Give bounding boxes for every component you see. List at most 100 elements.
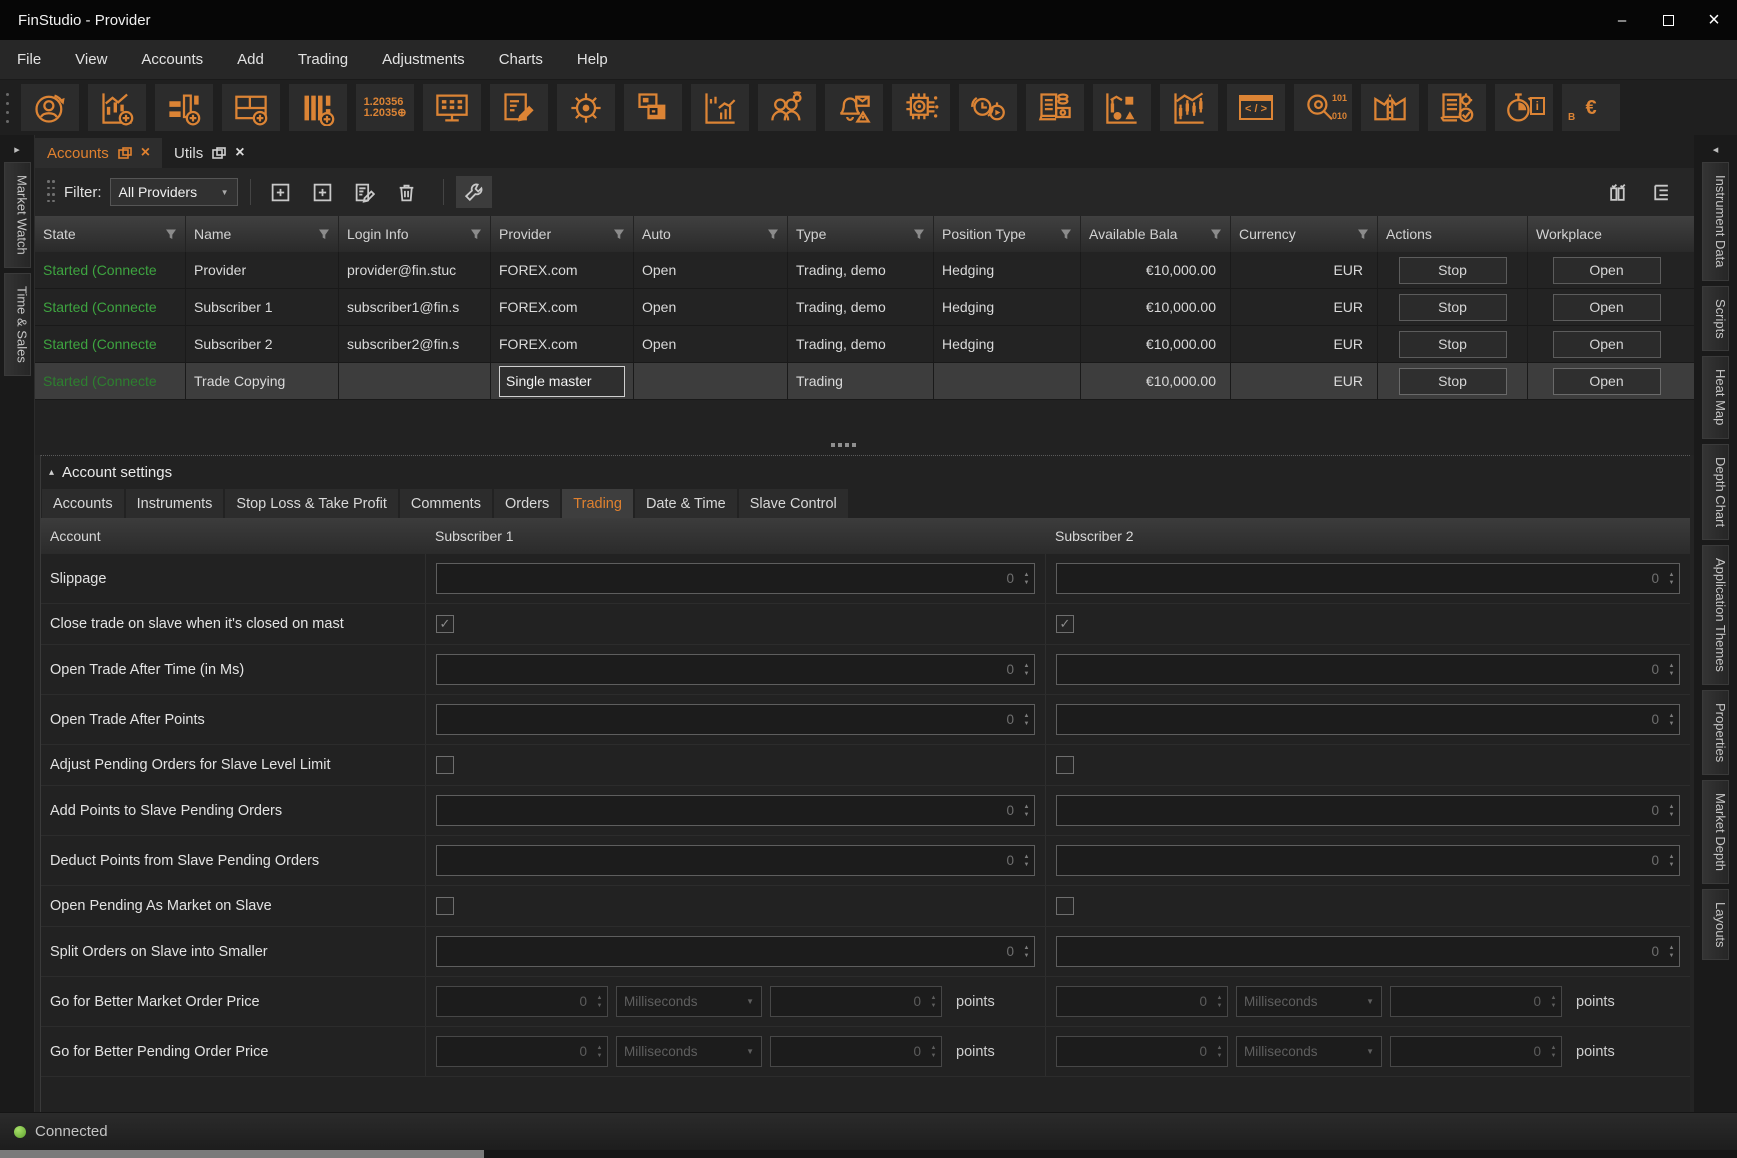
column-header-login-info[interactable]: Login Info — [339, 216, 491, 252]
menu-file[interactable]: File — [0, 40, 58, 80]
spin-up-icon[interactable]: ▲ — [1669, 804, 1675, 810]
column-header-provider[interactable]: Provider — [491, 216, 634, 252]
menu-add[interactable]: Add — [220, 40, 281, 80]
search-binary-icon[interactable]: 101010 — [1294, 84, 1352, 131]
column-header-auto[interactable]: Auto — [634, 216, 788, 252]
spin-down-icon[interactable]: ▼ — [597, 1053, 603, 1059]
column-header-type[interactable]: Type — [788, 216, 934, 252]
better-pending-points-input-sub1[interactable]: 0▲▼ — [770, 1036, 942, 1067]
horizontal-scrollbar[interactable] — [0, 1150, 1737, 1158]
sidebar-tab-depth-chart[interactable]: Depth Chart — [1702, 444, 1729, 540]
cascade-windows-icon[interactable] — [624, 84, 682, 131]
spin-up-icon[interactable]: ▲ — [597, 995, 603, 1001]
spin-up-icon[interactable]: ▲ — [597, 1045, 603, 1051]
provider-edit-cell[interactable]: Single master — [499, 366, 625, 397]
better-market-unit-dropdown-sub2[interactable]: Milliseconds▼ — [1236, 986, 1382, 1017]
chart-shapes-icon[interactable] — [1093, 84, 1151, 131]
spin-up-icon[interactable]: ▲ — [1024, 854, 1030, 860]
adjust-pending-checkbox-sub1[interactable] — [436, 756, 454, 774]
stopwatch-info-icon[interactable]: i — [1495, 84, 1553, 131]
bar-chart-growth-icon[interactable] — [691, 84, 749, 131]
spin-up-icon[interactable]: ▲ — [1024, 572, 1030, 578]
spin-up-icon[interactable]: ▲ — [1669, 713, 1675, 719]
filter-icon[interactable] — [1357, 228, 1369, 240]
stop-button[interactable]: Stop — [1399, 331, 1507, 358]
currency-convert-icon[interactable]: €B — [1562, 84, 1620, 131]
spin-down-icon[interactable]: ▼ — [597, 1003, 603, 1009]
spin-up-icon[interactable]: ▲ — [931, 1045, 937, 1051]
spin-down-icon[interactable]: ▼ — [1669, 953, 1675, 959]
account-settings-header[interactable]: ▴ Account settings — [41, 456, 1690, 489]
settings-wrench-button[interactable] — [456, 176, 492, 208]
close-button[interactable]: × — [1691, 0, 1737, 40]
menu-help[interactable]: Help — [560, 40, 625, 80]
spin-up-icon[interactable]: ▲ — [1024, 663, 1030, 669]
column-header-available-balance[interactable]: Available Bala — [1081, 216, 1231, 252]
maximize-button[interactable] — [1645, 0, 1691, 40]
tab-stop-loss-take-profit[interactable]: Stop Loss & Take Profit — [225, 489, 397, 518]
column-header-actions[interactable]: Actions — [1378, 216, 1528, 252]
table-row-provider[interactable]: Started (Connecte Provider provider@fin.… — [35, 252, 1694, 289]
slippage-input-sub1[interactable]: 0▲▼ — [436, 563, 1035, 594]
filter-icon[interactable] — [913, 228, 925, 240]
people-connection-icon[interactable] — [758, 84, 816, 131]
spin-down-icon[interactable]: ▼ — [1669, 862, 1675, 868]
edit-button[interactable] — [347, 176, 383, 208]
open-workplace-button[interactable]: Open — [1553, 331, 1661, 358]
spin-down-icon[interactable]: ▼ — [1217, 1053, 1223, 1059]
spin-down-icon[interactable]: ▼ — [931, 1053, 937, 1059]
open-trade-after-time-input-sub2[interactable]: 0▲▼ — [1056, 654, 1680, 685]
spin-down-icon[interactable]: ▼ — [1551, 1003, 1557, 1009]
better-pending-unit-dropdown-sub1[interactable]: Milliseconds▼ — [616, 1036, 762, 1067]
close-trade-checkbox-sub1[interactable]: ✓ — [436, 615, 454, 633]
sidebar-tab-scripts[interactable]: Scripts — [1702, 286, 1729, 352]
better-market-points-input-sub2[interactable]: 0▲▼ — [1390, 986, 1562, 1017]
split-orders-input-sub2[interactable]: 0▲▼ — [1056, 936, 1680, 967]
spin-down-icon[interactable]: ▼ — [1024, 812, 1030, 818]
filter-icon[interactable] — [767, 228, 779, 240]
collapse-icon[interactable]: ▴ — [49, 467, 54, 478]
better-market-unit-dropdown-sub1[interactable]: Milliseconds▼ — [616, 986, 762, 1017]
spin-down-icon[interactable]: ▼ — [1669, 812, 1675, 818]
spin-up-icon[interactable]: ▲ — [931, 995, 937, 1001]
menu-view[interactable]: View — [58, 40, 124, 80]
spin-down-icon[interactable]: ▼ — [1669, 580, 1675, 586]
panel-splitter[interactable] — [35, 400, 1694, 455]
spin-down-icon[interactable]: ▼ — [1669, 721, 1675, 727]
tab-slave-control[interactable]: Slave Control — [739, 489, 848, 518]
minimize-button[interactable]: – — [1599, 0, 1645, 40]
layout-add-icon[interactable] — [222, 84, 280, 131]
right-strip-expand-icon[interactable]: ◂ — [1713, 143, 1719, 156]
split-chart-icon[interactable] — [1361, 84, 1419, 131]
table-row-subscriber-2[interactable]: Started (Connecte Subscriber 2 subscribe… — [35, 326, 1694, 363]
gear-icon[interactable] — [557, 84, 615, 131]
note-edit-icon[interactable] — [490, 84, 548, 131]
spin-up-icon[interactable]: ▲ — [1669, 945, 1675, 951]
spin-up-icon[interactable]: ▲ — [1024, 713, 1030, 719]
column-header-currency[interactable]: Currency — [1231, 216, 1378, 252]
open-trade-after-time-input-sub1[interactable]: 0▲▼ — [436, 654, 1035, 685]
spin-down-icon[interactable]: ▼ — [931, 1003, 937, 1009]
deduct-points-input-sub1[interactable]: 0▲▼ — [436, 845, 1035, 876]
spin-up-icon[interactable]: ▲ — [1551, 995, 1557, 1001]
group-tree-button[interactable] — [1642, 176, 1678, 208]
invoice-money-icon[interactable] — [1026, 84, 1084, 131]
spin-up-icon[interactable]: ▲ — [1669, 854, 1675, 860]
spin-up-icon[interactable]: ▲ — [1024, 945, 1030, 951]
chip-settings-icon[interactable] — [892, 84, 950, 131]
close-trade-checkbox-sub2[interactable]: ✓ — [1056, 615, 1074, 633]
stop-button[interactable]: Stop — [1399, 294, 1507, 321]
tab-date-time[interactable]: Date & Time — [635, 489, 737, 518]
stop-button[interactable]: Stop — [1399, 257, 1507, 284]
checklist-gear-icon[interactable] — [1428, 84, 1486, 131]
spin-down-icon[interactable]: ▼ — [1024, 671, 1030, 677]
tab-orders[interactable]: Orders — [494, 489, 560, 518]
filter-icon[interactable] — [318, 228, 330, 240]
spin-down-icon[interactable]: ▼ — [1217, 1003, 1223, 1009]
spin-up-icon[interactable]: ▲ — [1551, 1045, 1557, 1051]
splitter-grip-icon[interactable] — [831, 443, 856, 447]
open-trade-after-points-input-sub2[interactable]: 0▲▼ — [1056, 704, 1680, 735]
time-automation-icon[interactable] — [959, 84, 1017, 131]
column-chooser-button[interactable] — [1600, 176, 1636, 208]
spin-down-icon[interactable]: ▼ — [1551, 1053, 1557, 1059]
